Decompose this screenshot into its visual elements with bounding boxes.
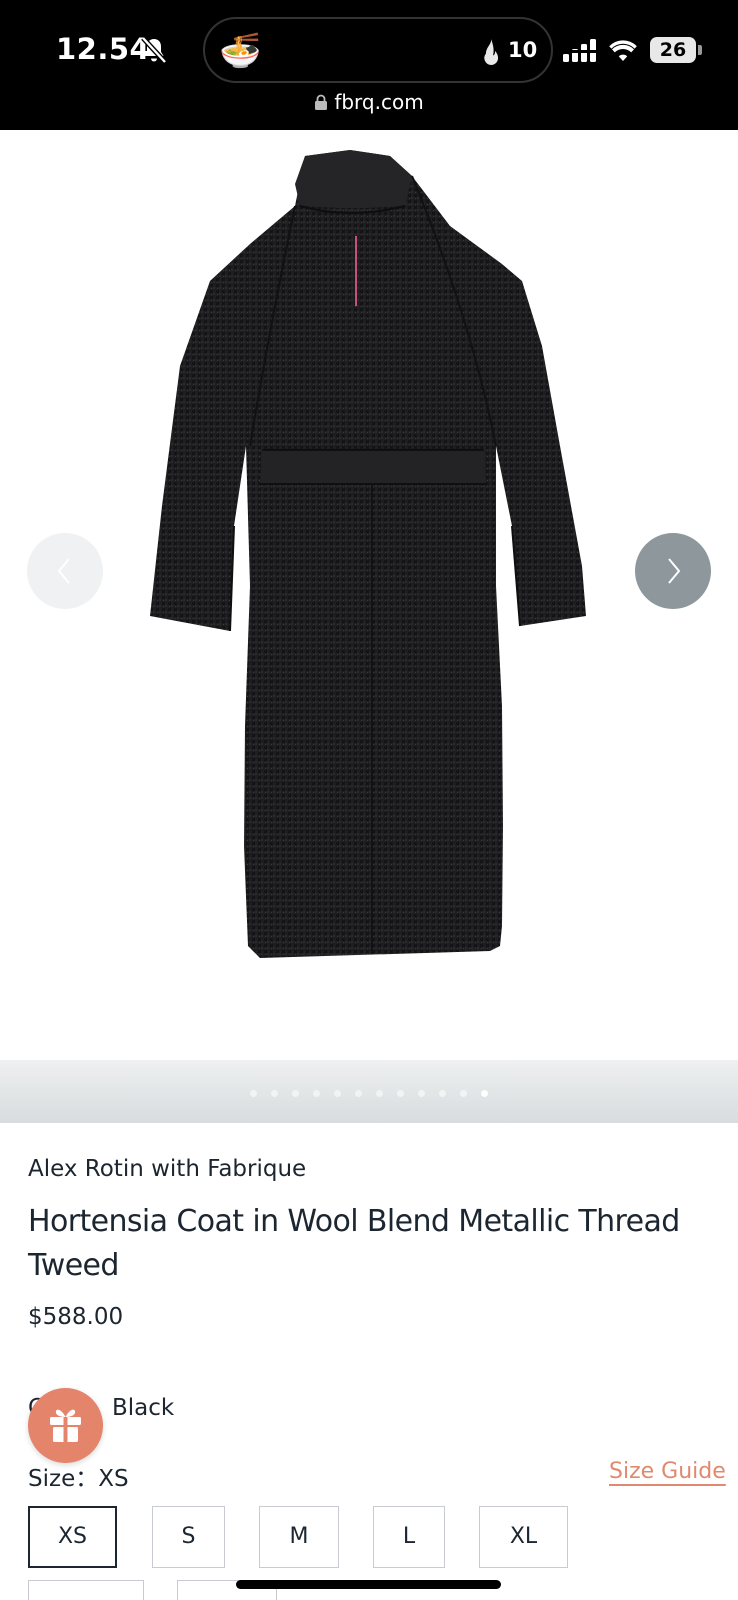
pagination-dot[interactable]: [439, 1090, 446, 1097]
island-count: 10: [508, 38, 538, 62]
size-option-s[interactable]: S: [152, 1506, 225, 1568]
gallery-pagination: [0, 1090, 738, 1102]
battery-tip: [698, 45, 702, 55]
size-label: Size：: [28, 1466, 99, 1492]
size-option-l[interactable]: L: [373, 1506, 445, 1568]
pagination-dot[interactable]: [250, 1090, 257, 1097]
size-row: Size：XS: [28, 1459, 129, 1493]
color-value: Black: [112, 1395, 175, 1421]
pagination-dot[interactable]: [313, 1090, 320, 1097]
pagination-dot[interactable]: [334, 1090, 341, 1097]
size-option-m[interactable]: M: [259, 1506, 339, 1568]
dynamic-island[interactable]: 🍜 10: [203, 17, 553, 83]
lock-icon: [315, 94, 328, 110]
ramen-icon: 🍜: [219, 32, 262, 70]
pagination-dot[interactable]: [460, 1090, 467, 1097]
previous-image-button[interactable]: [27, 533, 103, 609]
address-bar[interactable]: fbrq.com: [0, 90, 738, 114]
size-value: XS: [98, 1466, 129, 1492]
rewards-gift-button[interactable]: [28, 1388, 103, 1463]
url-text: fbrq.com: [334, 90, 424, 114]
battery-level: 26: [659, 39, 687, 61]
product-gallery[interactable]: [0, 130, 738, 1123]
gift-icon: [50, 1409, 81, 1442]
pagination-dot[interactable]: [271, 1090, 278, 1097]
bell-slash-icon: [141, 36, 167, 64]
size-option-xl[interactable]: XL: [479, 1506, 568, 1568]
product-vendor[interactable]: Alex Rotin with Fabrique: [28, 1156, 306, 1182]
pagination-dot[interactable]: [418, 1090, 425, 1097]
product-title: Hortensia Coat in Wool Blend Metallic Th…: [28, 1204, 680, 1283]
product-price: $588.00: [28, 1304, 124, 1330]
battery-icon: 26: [650, 37, 702, 63]
flame-icon: [484, 39, 499, 66]
product-page: 12.54 🍜 10 26 fbrq.com Alex Rotin with F…: [0, 0, 738, 1600]
size-option-partial[interactable]: [28, 1580, 144, 1600]
size-selector: XS S M L XL: [28, 1506, 728, 1568]
size-option-xs[interactable]: XS: [28, 1506, 117, 1568]
chevron-left-icon: [57, 558, 70, 584]
product-image[interactable]: [150, 146, 595, 1116]
status-bar: 12.54 🍜 10 26 fbrq.com: [0, 0, 738, 130]
chevron-right-icon: [668, 558, 681, 584]
clock: 12.54: [56, 32, 151, 66]
wifi-icon: [609, 40, 637, 61]
size-guide-link[interactable]: Size Guide: [609, 1459, 726, 1484]
signal-icon: [562, 39, 598, 62]
home-indicator: [236, 1580, 501, 1589]
pagination-dot[interactable]: [292, 1090, 299, 1097]
pagination-dot[interactable]: [376, 1090, 383, 1097]
pagination-dot[interactable]: [355, 1090, 362, 1097]
pagination-dot[interactable]: [481, 1090, 488, 1097]
pagination-dot[interactable]: [397, 1090, 404, 1097]
next-image-button[interactable]: [635, 533, 711, 609]
